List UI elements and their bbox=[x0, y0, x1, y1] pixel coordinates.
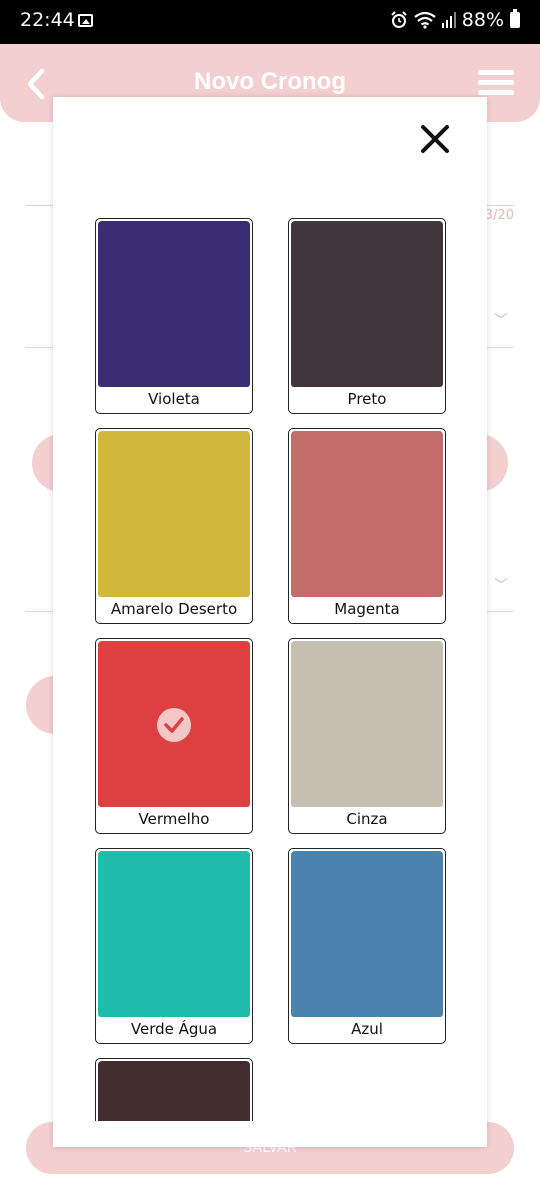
color-swatch-label: Amarelo Deserto bbox=[110, 600, 238, 618]
color-swatch-label: Azul bbox=[351, 1020, 383, 1038]
color-swatch-fill bbox=[291, 851, 443, 1017]
alarm-icon bbox=[391, 11, 407, 28]
character-counter: 3/20 bbox=[484, 208, 514, 223]
color-swatch-fill bbox=[98, 221, 250, 387]
status-bar: 22:44 88% bbox=[0, 0, 540, 44]
battery-icon bbox=[510, 9, 520, 28]
page-title: Novo Cronog bbox=[194, 68, 346, 95]
color-grid: Violeta Preto Amarelo Deserto Magenta Vermel… bbox=[53, 97, 487, 1121]
photo-icon bbox=[78, 14, 93, 27]
color-swatch-label: Verde Água bbox=[130, 1020, 218, 1038]
color-swatch-fill bbox=[98, 851, 250, 1017]
color-swatch-fill bbox=[291, 221, 443, 387]
chevron-down-icon: ﹀ bbox=[494, 313, 508, 329]
screen: 22:44 88% Novo Cronog 3/20 ﹀ ﹀ SALVAR Vi… bbox=[0, 0, 540, 1200]
status-time: 22:44 bbox=[20, 9, 75, 31]
color-swatch[interactable]: Cinza bbox=[288, 638, 446, 834]
check-icon bbox=[157, 708, 191, 742]
color-swatch-label: Vermelho bbox=[138, 810, 210, 828]
color-swatch[interactable]: Vermelho bbox=[95, 638, 253, 834]
wifi-icon bbox=[414, 11, 436, 29]
battery-percent: 88% bbox=[461, 9, 504, 31]
color-swatch-fill bbox=[98, 431, 250, 597]
color-swatch[interactable]: Magenta bbox=[288, 428, 446, 624]
color-swatch[interactable]: Azul bbox=[288, 848, 446, 1044]
color-swatch-fill bbox=[98, 641, 250, 807]
color-swatch[interactable]: Violeta bbox=[95, 218, 253, 414]
color-picker-modal: Violeta Preto Amarelo Deserto Magenta Vermel… bbox=[53, 97, 487, 1147]
color-swatch[interactable] bbox=[95, 1058, 253, 1121]
color-swatch-fill bbox=[291, 641, 443, 807]
color-swatch-label: Magenta bbox=[334, 600, 400, 618]
color-swatch[interactable]: Preto bbox=[288, 218, 446, 414]
color-swatch[interactable]: Amarelo Deserto bbox=[95, 428, 253, 624]
color-swatch-label: Violeta bbox=[148, 390, 200, 408]
hamburger-menu-icon[interactable] bbox=[478, 70, 514, 96]
color-swatch-fill bbox=[291, 431, 443, 597]
color-swatch[interactable]: Verde Água bbox=[95, 848, 253, 1044]
color-swatch-fill bbox=[98, 1061, 250, 1121]
status-icons: 88% bbox=[390, 9, 520, 31]
chevron-down-icon: ﹀ bbox=[494, 578, 508, 594]
signal-icon bbox=[441, 12, 456, 28]
color-swatch-label: Preto bbox=[347, 390, 387, 408]
color-swatch-label: Cinza bbox=[346, 810, 388, 828]
